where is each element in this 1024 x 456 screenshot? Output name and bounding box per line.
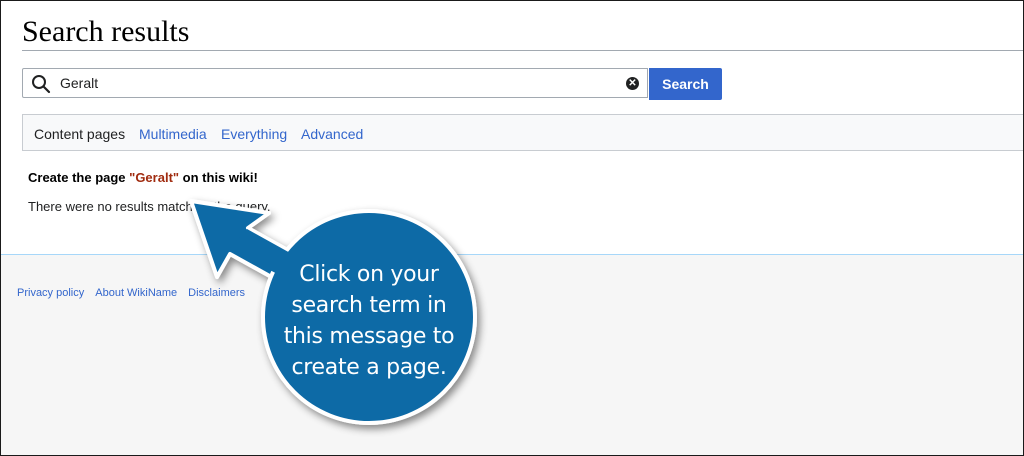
search-input[interactable] [60,70,620,96]
create-prefix: Create the page [28,170,130,185]
footer-link-disclaimers[interactable]: Disclaimers [188,287,245,299]
search-profile-tabs: Content pages Multimedia Everything Adva… [22,114,1023,151]
clear-icon[interactable]: ✕ [626,77,639,90]
page-title: Search results [22,15,190,48]
tab-advanced[interactable]: Advanced [301,126,363,142]
search-icon [32,75,51,94]
callout-text: Click on your search term in this messag… [283,262,455,380]
search-button[interactable]: Search [649,68,722,100]
tab-multimedia[interactable]: Multimedia [139,126,207,142]
create-suffix: on this wiki! [179,170,258,185]
browser-frame: Search results ✕ Search Content pages Mu… [0,0,1024,456]
create-page-message: Create the page "Geralt" on this wiki! [28,170,258,185]
footer-link-privacy[interactable]: Privacy policy [17,287,84,299]
footer-link-about[interactable]: About WikiName [95,287,177,299]
main-content: Search results ✕ Search Content pages Mu… [1,1,1023,255]
no-results-message: There were no results matching the query… [28,199,271,214]
footer-links: Privacy policy About WikiName Disclaimers [17,287,256,299]
search-box[interactable]: ✕ [22,68,648,98]
tab-content-pages[interactable]: Content pages [34,126,125,142]
create-page-link[interactable]: "Geralt" [129,170,179,185]
title-divider [22,50,1023,51]
tab-everything[interactable]: Everything [221,126,287,142]
